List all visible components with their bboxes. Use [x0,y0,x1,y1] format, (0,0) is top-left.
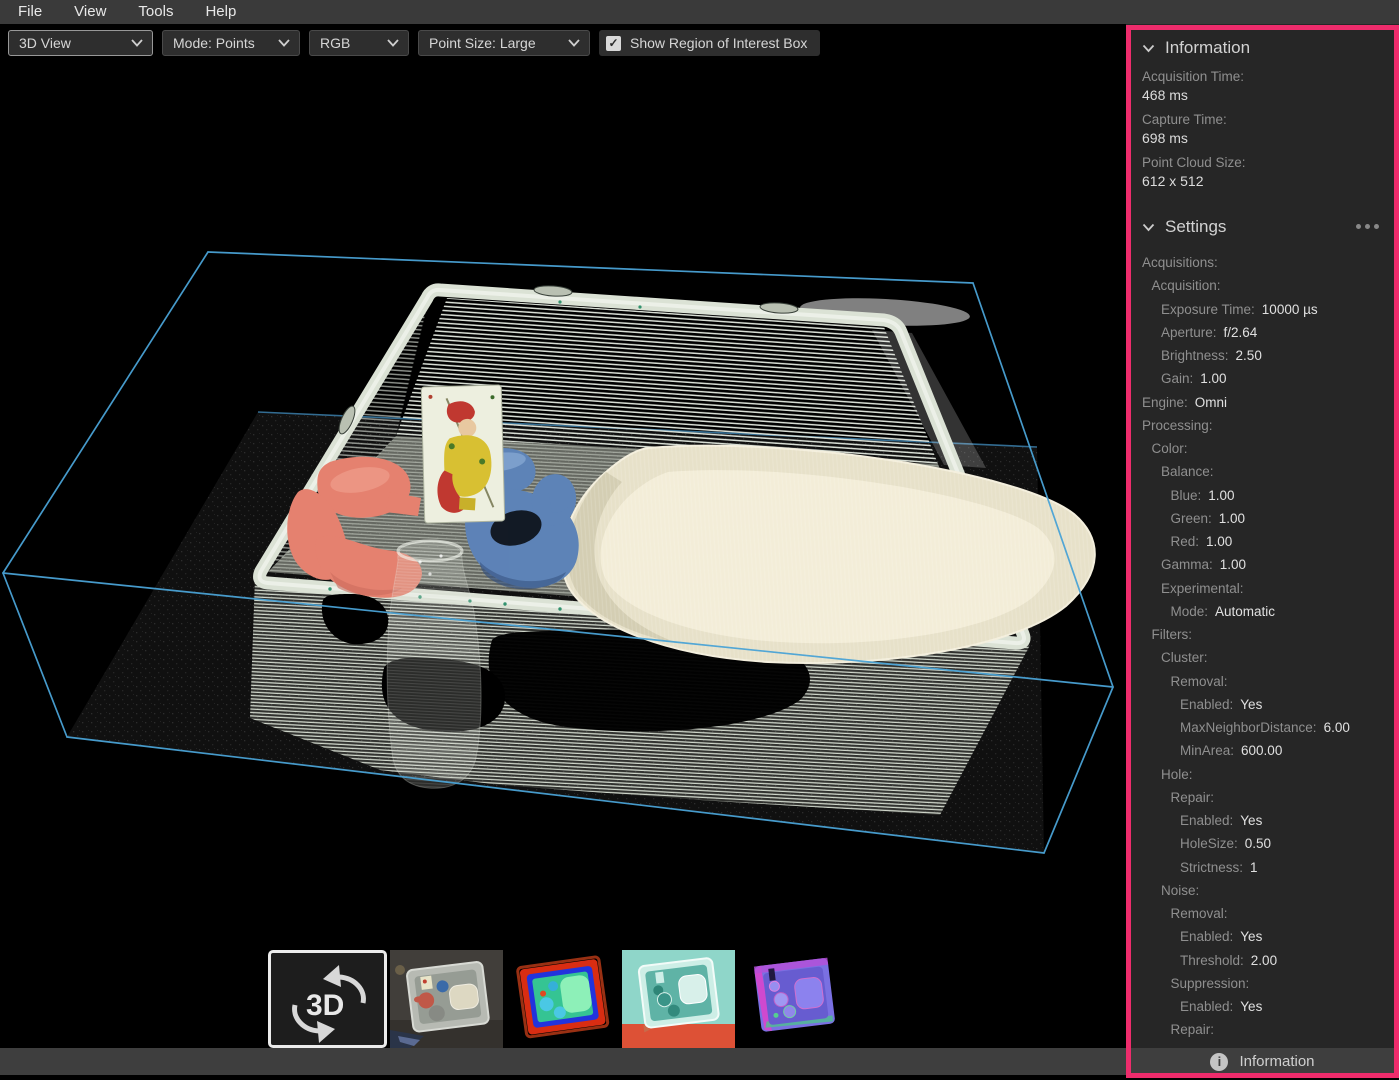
menu-help[interactable]: Help [189,0,252,24]
playing-card [421,385,505,523]
menu-tools[interactable]: Tools [122,0,189,24]
settings-entry: MinArea:600.00 [1142,739,1389,762]
color-mode-select-value: RGB [320,35,350,51]
thumbnail-strip: 3D [268,950,851,1048]
settings-entry: Filters: [1142,623,1389,646]
roi-checkbox-label: Show Region of Interest Box [630,35,807,51]
settings-entry: Hole: [1142,763,1389,786]
settings-entry: Enabled:Yes [1142,809,1389,832]
settings-entry: Repair: [1142,1018,1389,1041]
settings-entry: Acquisition: [1142,274,1389,297]
info-field: Point Cloud Size: 612 x 512 [1142,155,1389,189]
settings-entry: Removal: [1142,902,1389,925]
settings-entry: Aperture:f/2.64 [1142,321,1389,344]
info-icon [1210,1053,1228,1071]
settings-entry: Brightness:2.50 [1142,344,1389,367]
information-section-title: Information [1165,38,1250,58]
menu-view[interactable]: View [58,0,122,24]
settings-entry: Acquisitions: [1142,251,1389,274]
settings-entry: Gamma:1.00 [1142,553,1389,576]
sidebar-panel: Information Acquisition Time: 468 ms Cap… [1126,24,1399,1048]
status-label: Information [1239,1053,1314,1070]
checkbox-checked-icon[interactable] [606,36,621,51]
chevron-down-icon [278,39,290,47]
menu-bar: File View Tools Help [0,0,1399,24]
settings-entry: Experimental: [1142,577,1389,600]
chevron-down-icon [1142,44,1155,53]
color-mode-select[interactable]: RGB [309,30,409,56]
point-size-select[interactable]: Point Size: Large [418,30,590,56]
settings-entry: Red:1.00 [1142,530,1389,553]
settings-entry: Noise: [1142,879,1389,902]
thumbnail-snr-map[interactable] [622,950,735,1048]
settings-entry: Green:1.00 [1142,507,1389,530]
menu-file[interactable]: File [0,0,58,24]
roi-checkbox-group[interactable]: Show Region of Interest Box [599,30,820,56]
thumbnail-normal-map[interactable] [738,950,851,1048]
settings-entry: Strictness:1 [1142,856,1389,879]
thumbnail-depth-map[interactable] [506,950,619,1048]
settings-entry: Threshold:2.00 [1142,949,1389,972]
settings-entry: Enabled:Yes [1142,693,1389,716]
settings-menu-icon[interactable] [1356,224,1379,229]
chevron-down-icon [131,39,143,47]
view-select[interactable]: 3D View [8,30,153,56]
toolbar: 3D View Mode: Points RGB Point Size: Lar… [0,24,1126,62]
settings-entry: Repair: [1142,786,1389,809]
info-field: Acquisition Time: 468 ms [1142,69,1389,103]
settings-entry: Enabled:Yes [1142,995,1389,1018]
application-window: File View Tools Help 3D View Mode: Point… [0,0,1399,1080]
status-bar: Information [0,1048,1399,1075]
point-cloud-scene[interactable] [0,62,1126,1048]
settings-entry: Gain:1.00 [1142,367,1389,390]
settings-entry: Cluster: [1142,646,1389,669]
settings-entry: Blue:1.00 [1142,484,1389,507]
mode-select-value: Mode: Points [173,35,255,51]
settings-section-header[interactable]: Settings [1142,215,1389,239]
info-field: Capture Time: 698 ms [1142,112,1389,146]
information-fields: Acquisition Time: 468 ms Capture Time: 6… [1142,69,1389,189]
settings-entry: Processing: [1142,414,1389,437]
settings-entry: Engine:Omni [1142,391,1389,414]
settings-entry: MaxNeighborDistance:6.00 [1142,716,1389,739]
settings-entry: Exposure Time:10000 µs [1142,298,1389,321]
point-size-select-value: Point Size: Large [429,35,536,51]
chevron-down-icon [387,39,399,47]
rotate-3d-label: 3D [306,989,344,1022]
mode-select[interactable]: Mode: Points [162,30,300,56]
information-section-header[interactable]: Information [1142,36,1389,60]
thumbnail-3d-rotate[interactable]: 3D [268,950,387,1048]
view-select-value: 3D View [19,35,71,51]
chevron-down-icon [568,39,580,47]
settings-entry: Removal: [1142,670,1389,693]
status-message: Information [1126,1048,1399,1075]
settings-entry: HoleSize:0.50 [1142,832,1389,855]
settings-entry: Color: [1142,437,1389,460]
settings-entry: Mode:Automatic [1142,600,1389,623]
settings-tree: Acquisitions: Acquisition: Exposure Time… [1142,251,1389,1042]
settings-entry: Suppression: [1142,972,1389,995]
settings-entry: Balance: [1142,460,1389,483]
settings-entry: Enabled:Yes [1142,925,1389,948]
chevron-down-icon [1142,223,1155,232]
thumbnail-rgb-image[interactable] [390,950,503,1048]
settings-section-title: Settings [1165,217,1226,237]
